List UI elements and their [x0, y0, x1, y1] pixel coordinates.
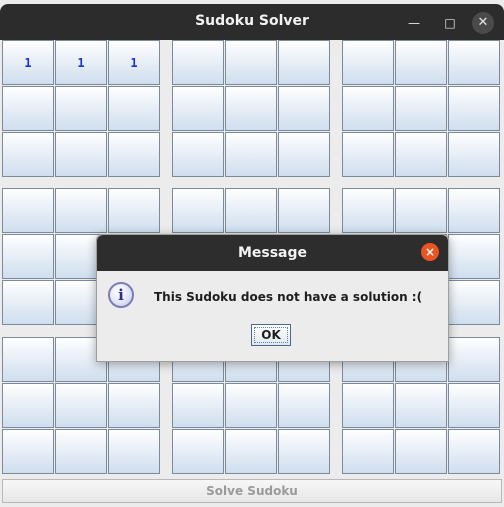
close-icon[interactable]: ✕ — [472, 12, 494, 34]
sudoku-cell-r1-c3[interactable]: 1 — [108, 40, 160, 85]
dialog-close-icon[interactable]: × — [421, 243, 439, 261]
sudoku-cell-r4-c1[interactable] — [2, 188, 54, 233]
sudoku-cell-r8-c8[interactable] — [395, 383, 447, 428]
sudoku-cell-r2-c9[interactable] — [448, 86, 500, 131]
sudoku-cell-r9-c7[interactable] — [342, 429, 394, 474]
minimize-icon[interactable]: — — [403, 12, 425, 34]
sudoku-cell-r9-c3[interactable] — [108, 429, 160, 474]
sudoku-cell-r2-c8[interactable] — [395, 86, 447, 131]
message-dialog: Message × i This Sudoku does not have a … — [96, 234, 449, 362]
sudoku-cell-r8-c3[interactable] — [108, 383, 160, 428]
sudoku-cell-r9-c1[interactable] — [2, 429, 54, 474]
sudoku-cell-r2-c7[interactable] — [342, 86, 394, 131]
sudoku-cell-r9-c8[interactable] — [395, 429, 447, 474]
ok-button[interactable]: OK — [251, 324, 291, 346]
sudoku-cell-r7-c1[interactable] — [2, 337, 54, 382]
sudoku-cell-r4-c7[interactable] — [342, 188, 394, 233]
sudoku-cell-r3-c5[interactable] — [225, 132, 277, 177]
sudoku-cell-r1-c1[interactable]: 1 — [2, 40, 54, 85]
sudoku-cell-r2-c2[interactable] — [55, 86, 107, 131]
window-title: Sudoku Solver — [195, 13, 309, 29]
sudoku-solver-window: Sudoku Solver — □ ✕ 111 Solve Sudoku Mes… — [0, 0, 504, 507]
sudoku-cell-r8-c1[interactable] — [2, 383, 54, 428]
sudoku-cell-r2-c1[interactable] — [2, 86, 54, 131]
sudoku-cell-r4-c9[interactable] — [448, 188, 500, 233]
sudoku-cell-r1-c8[interactable] — [395, 40, 447, 85]
sudoku-cell-r3-c8[interactable] — [395, 132, 447, 177]
sudoku-cell-r4-c8[interactable] — [395, 188, 447, 233]
solve-sudoku-button[interactable]: Solve Sudoku — [2, 479, 502, 503]
info-icon: i — [108, 282, 134, 308]
sudoku-cell-r8-c9[interactable] — [448, 383, 500, 428]
sudoku-cell-r4-c5[interactable] — [225, 188, 277, 233]
sudoku-cell-r8-c6[interactable] — [278, 383, 330, 428]
sudoku-cell-r3-c2[interactable] — [55, 132, 107, 177]
sudoku-cell-r1-c9[interactable] — [448, 40, 500, 85]
sudoku-cell-r1-c4[interactable] — [172, 40, 224, 85]
dialog-message: This Sudoku does not have a solution :( — [154, 290, 423, 304]
dialog-titlebar[interactable]: Message × — [97, 235, 448, 271]
sudoku-cell-r6-c9[interactable] — [448, 280, 500, 325]
sudoku-cell-r4-c4[interactable] — [172, 188, 224, 233]
sudoku-cell-r4-c2[interactable] — [55, 188, 107, 233]
dialog-title: Message — [237, 245, 308, 261]
sudoku-cell-r3-c7[interactable] — [342, 132, 394, 177]
sudoku-cell-r8-c2[interactable] — [55, 383, 107, 428]
ok-button-label: OK — [261, 328, 281, 342]
sudoku-cell-r2-c3[interactable] — [108, 86, 160, 131]
sudoku-cell-r3-c4[interactable] — [172, 132, 224, 177]
sudoku-cell-r2-c5[interactable] — [225, 86, 277, 131]
sudoku-cell-r1-c6[interactable] — [278, 40, 330, 85]
sudoku-cell-r9-c4[interactable] — [172, 429, 224, 474]
sudoku-cell-r9-c2[interactable] — [55, 429, 107, 474]
sudoku-cell-r8-c5[interactable] — [225, 383, 277, 428]
window-titlebar[interactable]: Sudoku Solver — □ ✕ — [0, 4, 504, 40]
sudoku-cell-r8-c7[interactable] — [342, 383, 394, 428]
sudoku-cell-r3-c3[interactable] — [108, 132, 160, 177]
sudoku-cell-r5-c9[interactable] — [448, 234, 500, 279]
sudoku-cell-r4-c3[interactable] — [108, 188, 160, 233]
sudoku-cell-r7-c9[interactable] — [448, 337, 500, 382]
sudoku-cell-r5-c1[interactable] — [2, 234, 54, 279]
sudoku-cell-r2-c4[interactable] — [172, 86, 224, 131]
sudoku-cell-r9-c6[interactable] — [278, 429, 330, 474]
sudoku-cell-r8-c4[interactable] — [172, 383, 224, 428]
sudoku-cell-r1-c7[interactable] — [342, 40, 394, 85]
sudoku-cell-r9-c5[interactable] — [225, 429, 277, 474]
sudoku-cell-r3-c1[interactable] — [2, 132, 54, 177]
maximize-icon[interactable]: □ — [439, 12, 461, 34]
sudoku-cell-r1-c2[interactable]: 1 — [55, 40, 107, 85]
sudoku-cell-r1-c5[interactable] — [225, 40, 277, 85]
sudoku-cell-r9-c9[interactable] — [448, 429, 500, 474]
sudoku-cell-r2-c6[interactable] — [278, 86, 330, 131]
sudoku-cell-r3-c6[interactable] — [278, 132, 330, 177]
sudoku-cell-r4-c6[interactable] — [278, 188, 330, 233]
sudoku-cell-r6-c1[interactable] — [2, 280, 54, 325]
sudoku-cell-r3-c9[interactable] — [448, 132, 500, 177]
